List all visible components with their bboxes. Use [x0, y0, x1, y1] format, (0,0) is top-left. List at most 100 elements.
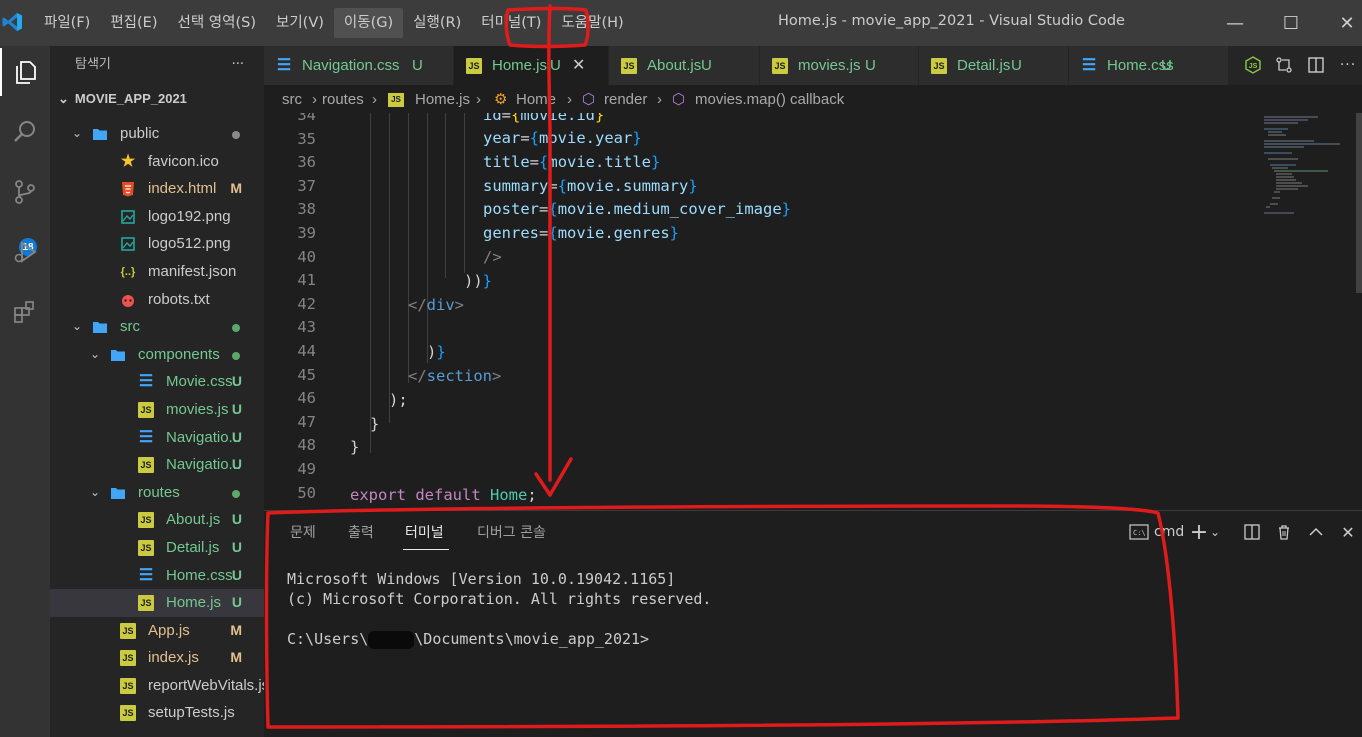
tab-problems[interactable]: 문제 [290, 522, 316, 542]
menu-bar: 파일(F) 편집(E) 선택 영역(S) 보기(V) 이동(G) 실행(R) 터… [34, 0, 634, 46]
maximize-button[interactable]: ☐ [1276, 8, 1306, 38]
close-panel-icon[interactable]: ✕ [1338, 521, 1358, 543]
git-status-badge: U [412, 57, 423, 74]
file-item-label: Navigatio... [166, 428, 242, 446]
shell-name[interactable]: cmd [1154, 521, 1184, 543]
folder-item[interactable]: ⌄ components [50, 341, 264, 369]
file-item[interactable]: JS reportWebVitals.js [50, 672, 264, 700]
menu-go[interactable]: 이동(G) [333, 8, 404, 38]
folder-item[interactable]: ⌄ public [50, 120, 264, 148]
breadcrumb: src › routes › JS Home.js › ⚙ Home › ⬡ r… [264, 85, 1362, 113]
new-terminal-icon[interactable]: + [1190, 520, 1208, 545]
file-item[interactable]: JS movies.js U [50, 396, 264, 424]
breadcrumb-class[interactable]: Home [516, 85, 556, 115]
file-item-label: src [120, 318, 140, 336]
breadcrumb-src[interactable]: src [282, 85, 302, 115]
chevron-right-icon: › [476, 91, 481, 108]
code-line-45: </section> [408, 367, 502, 385]
menu-terminal[interactable]: 터미널(T) [471, 8, 551, 38]
line-number: 43 [297, 318, 316, 337]
file-item[interactable]: JS App.js M [50, 617, 264, 645]
node-icon[interactable]: JS [1242, 54, 1264, 76]
tab-home-css[interactable]: ☰ Home.css U [1069, 46, 1229, 85]
file-item[interactable]: {..} manifest.json [50, 258, 264, 286]
file-item-label: About.js [166, 511, 221, 529]
line-number: 44 [297, 342, 316, 360]
folder-icon [92, 126, 108, 142]
menu-run[interactable]: 실행(R) [403, 8, 471, 38]
more-actions-icon[interactable]: ··· [232, 46, 244, 84]
file-item[interactable]: JS Home.js U [50, 589, 264, 617]
extensions-icon[interactable] [0, 288, 50, 336]
tab-navigation-css[interactable]: ☰ Navigation.css U [264, 46, 454, 85]
maximize-panel-icon[interactable] [1306, 521, 1326, 543]
minimize-button[interactable]: — [1220, 8, 1250, 38]
explorer-icon[interactable] [0, 48, 50, 96]
breadcrumb-routes[interactable]: routes [322, 85, 364, 115]
source-control-icon[interactable] [0, 168, 50, 216]
chevron-down-icon: ⌄ [58, 91, 69, 106]
file-item[interactable]: ☰ Home.css U [50, 562, 264, 590]
chevron-down-icon[interactable]: ⌄ [1208, 521, 1222, 543]
menu-file[interactable]: 파일(F) [34, 8, 100, 38]
run-debug-icon[interactable] [0, 228, 50, 276]
line-number: 37 [297, 176, 316, 195]
terminal-output[interactable]: Microsoft Windows [Version 10.0.19042.11… [287, 569, 711, 649]
chevron-down-icon: ⌄ [72, 319, 83, 334]
tab-about-js[interactable]: JS About.js U [609, 46, 760, 85]
close-window-button[interactable]: ✕ [1332, 8, 1362, 38]
breadcrumb-file[interactable]: Home.js [415, 85, 470, 115]
file-item[interactable]: logo192.png [50, 203, 264, 231]
file-item[interactable]: logo512.png [50, 230, 264, 258]
line-number: 48 [297, 436, 316, 455]
git-status-dot [232, 131, 240, 139]
code-line-46: ); [389, 391, 408, 409]
open-changes-icon[interactable] [1273, 54, 1295, 76]
file-item[interactable]: index.html M [50, 175, 264, 203]
tab-movies-js[interactable]: JS movies.js U [760, 46, 919, 85]
editor-scrollbar[interactable] [1356, 113, 1362, 293]
file-item[interactable]: ☰ Navigatio... U [50, 424, 264, 452]
folder-item[interactable]: ⌄ src [50, 313, 264, 341]
more-actions-icon[interactable]: ··· [1337, 54, 1359, 76]
menu-selection[interactable]: 선택 영역(S) [168, 8, 267, 38]
file-item[interactable]: JS About.js U [50, 506, 264, 534]
tab-home-js[interactable]: JS Home.js U ✕ [454, 46, 609, 85]
line-number: 45 [297, 365, 316, 384]
minimap[interactable] [1258, 113, 1348, 223]
split-editor-icon[interactable] [1305, 54, 1327, 76]
close-tab-icon[interactable]: ✕ [572, 46, 585, 85]
menu-view[interactable]: 보기(V) [266, 8, 334, 38]
html-file-icon [120, 181, 136, 197]
window-title: Home.js - movie_app_2021 - Visual Studio… [778, 13, 1125, 29]
trash-icon[interactable] [1274, 521, 1294, 543]
file-item[interactable]: JS Detail.js U [50, 534, 264, 562]
workspace-root[interactable]: ⌄ MOVIE_APP_2021 [50, 84, 264, 114]
file-item-label: components [138, 345, 220, 363]
file-item[interactable]: JS index.js M [50, 644, 264, 672]
menu-edit[interactable]: 편집(E) [100, 8, 167, 38]
file-item[interactable]: ☰ Movie.css U [50, 368, 264, 396]
file-item-label: App.js [148, 621, 190, 639]
code-line-36: title={movie.title} [483, 153, 661, 171]
file-item[interactable]: robots.txt [50, 286, 264, 314]
menu-help[interactable]: 도움말(H) [551, 8, 633, 38]
line-number: 46 [297, 389, 316, 408]
tab-detail-js[interactable]: JS Detail.js U [919, 46, 1069, 85]
split-terminal-icon[interactable] [1242, 521, 1262, 543]
file-item[interactable]: JS Navigatio... U [50, 451, 264, 479]
file-item-label: logo512.png [148, 235, 231, 253]
search-icon[interactable] [0, 108, 50, 156]
code-line-37: summary={movie.summary} [483, 177, 698, 195]
tab-terminal[interactable]: 터미널 [405, 522, 444, 542]
file-item[interactable]: ★ favicon.ico [50, 148, 264, 176]
code-editor[interactable]: 34 35 36 37 38 39 40 41 42 43 44 45 46 47 48 49 50 id={m… [264, 113, 1362, 510]
js-file-icon: JS [621, 58, 637, 74]
tab-debug-console[interactable]: 디버그 콘솔 [477, 522, 546, 542]
tab-output[interactable]: 출력 [348, 522, 374, 542]
breadcrumb-callback[interactable]: movies.map() callback [695, 85, 844, 115]
terminal-line: (c) Microsoft Corporation. All rights re… [287, 590, 712, 608]
breadcrumb-method[interactable]: render [604, 85, 647, 115]
folder-item[interactable]: ⌄ routes [50, 479, 264, 507]
file-item[interactable]: JS setupTests.js [50, 699, 264, 727]
